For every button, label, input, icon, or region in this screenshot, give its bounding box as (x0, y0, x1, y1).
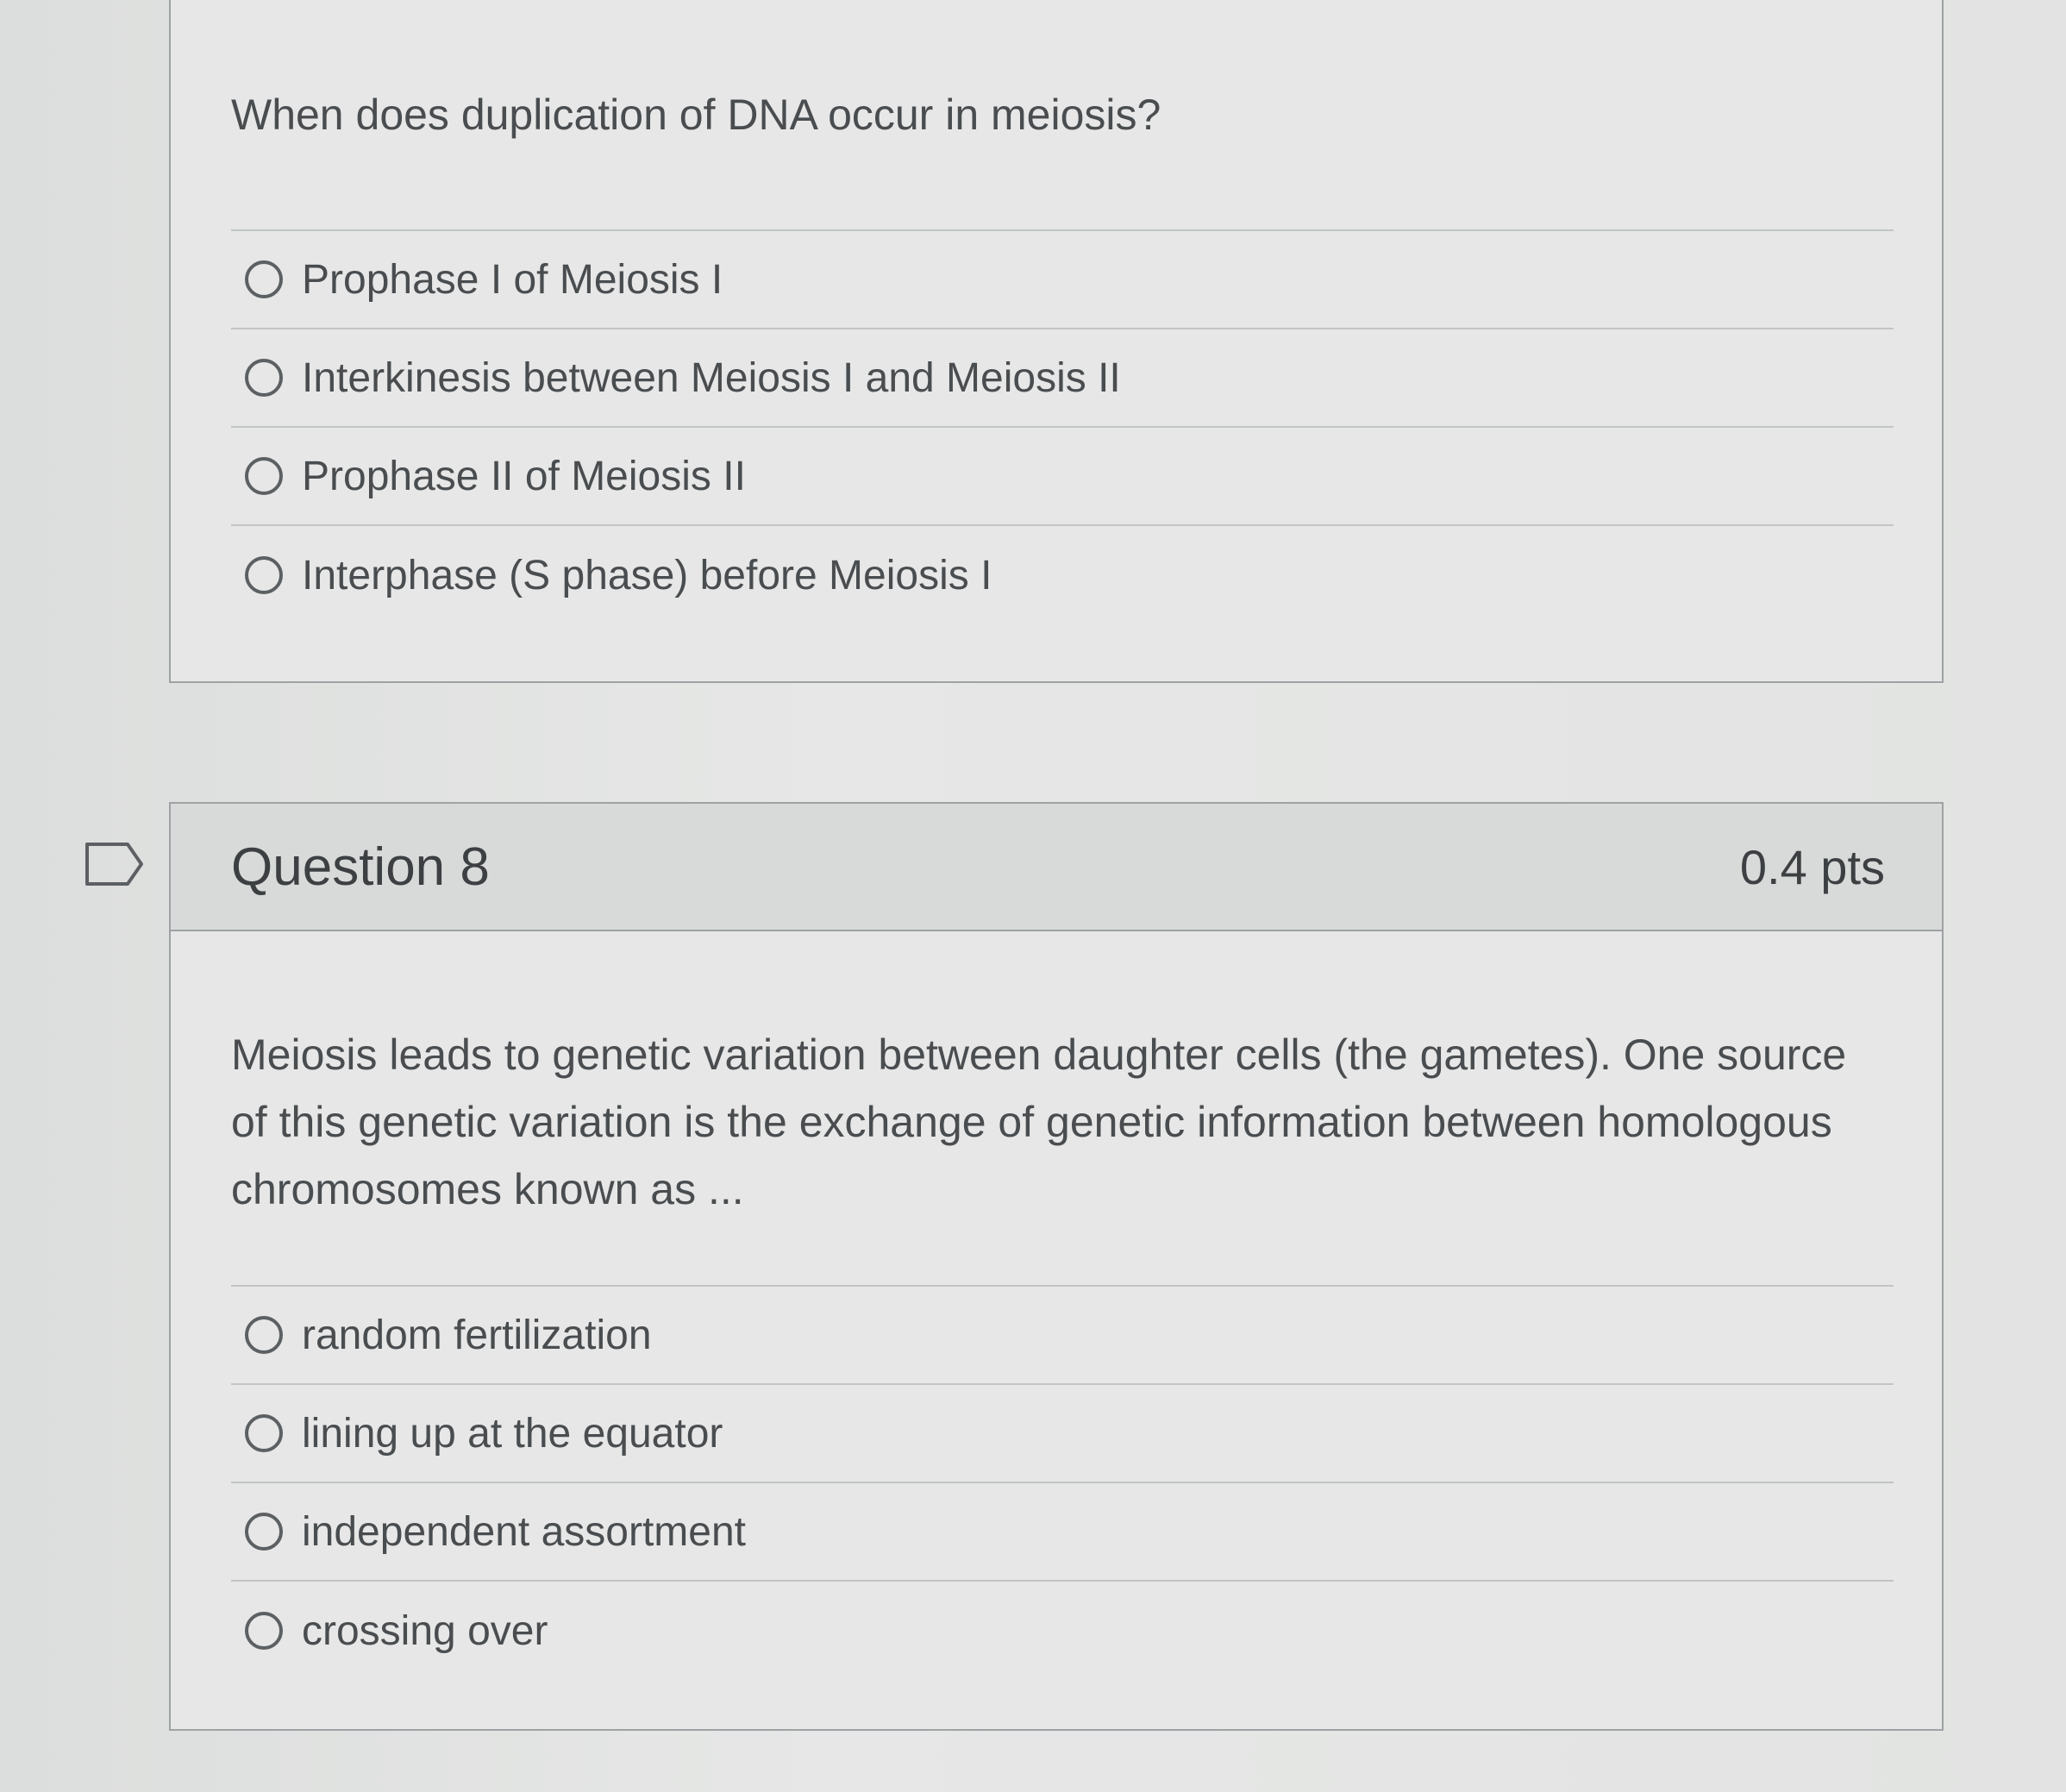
question-8-card: Question 8 0.4 pts Meiosis leads to gene… (169, 802, 1944, 1731)
question-7-card: When does duplication of DNA occur in me… (169, 0, 1944, 683)
question-8-text: Meiosis leads to genetic variation betwe… (231, 1031, 1847, 1213)
radio-unchecked-icon[interactable] (245, 1612, 283, 1650)
radio-unchecked-icon[interactable] (245, 1414, 283, 1452)
quiz-page: When does duplication of DNA occur in me… (0, 0, 2066, 1792)
radio-unchecked-icon[interactable] (245, 457, 283, 495)
answer-label[interactable]: random fertilization (302, 1312, 652, 1359)
question-7-text: When does duplication of DNA occur in me… (231, 91, 1161, 139)
answer-option[interactable]: lining up at the equator (231, 1385, 1894, 1483)
answer-option[interactable]: Interphase (S phase) before Meiosis I (231, 526, 1894, 624)
radio-unchecked-icon[interactable] (245, 1316, 283, 1354)
question-title: Question 8 (231, 836, 490, 897)
radio-unchecked-icon[interactable] (245, 359, 283, 397)
answer-option[interactable]: Prophase I of Meiosis I (231, 231, 1894, 329)
answer-label[interactable]: Prophase I of Meiosis I (302, 256, 723, 304)
answer-label[interactable]: independent assortment (302, 1508, 746, 1556)
question-7-answers: Prophase I of Meiosis I Interkinesis bet… (231, 229, 1894, 624)
question-8-header: Question 8 0.4 pts (171, 804, 1942, 931)
answer-option[interactable]: Prophase II of Meiosis II (231, 428, 1894, 526)
radio-unchecked-icon[interactable] (245, 260, 283, 298)
flag-icon[interactable] (85, 842, 145, 887)
question-points: 0.4 pts (1739, 839, 1885, 894)
answer-label[interactable]: Interkinesis between Meiosis I and Meios… (302, 354, 1121, 402)
answer-label[interactable]: crossing over (302, 1607, 548, 1655)
answer-option[interactable]: independent assortment (231, 1483, 1894, 1582)
answer-label[interactable]: lining up at the equator (302, 1410, 723, 1457)
answer-label[interactable]: Prophase II of Meiosis II (302, 453, 746, 500)
answer-label[interactable]: Interphase (S phase) before Meiosis I (302, 552, 992, 599)
question-7-body: When does duplication of DNA occur in me… (171, 0, 1942, 624)
radio-unchecked-icon[interactable] (245, 1513, 283, 1551)
answer-option[interactable]: Interkinesis between Meiosis I and Meios… (231, 329, 1894, 428)
question-8-answers: random fertilization lining up at the eq… (231, 1285, 1894, 1680)
answer-option[interactable]: crossing over (231, 1582, 1894, 1680)
answer-option[interactable]: random fertilization (231, 1287, 1894, 1385)
radio-unchecked-icon[interactable] (245, 556, 283, 594)
question-8-body: Meiosis leads to genetic variation betwe… (171, 931, 1942, 1680)
